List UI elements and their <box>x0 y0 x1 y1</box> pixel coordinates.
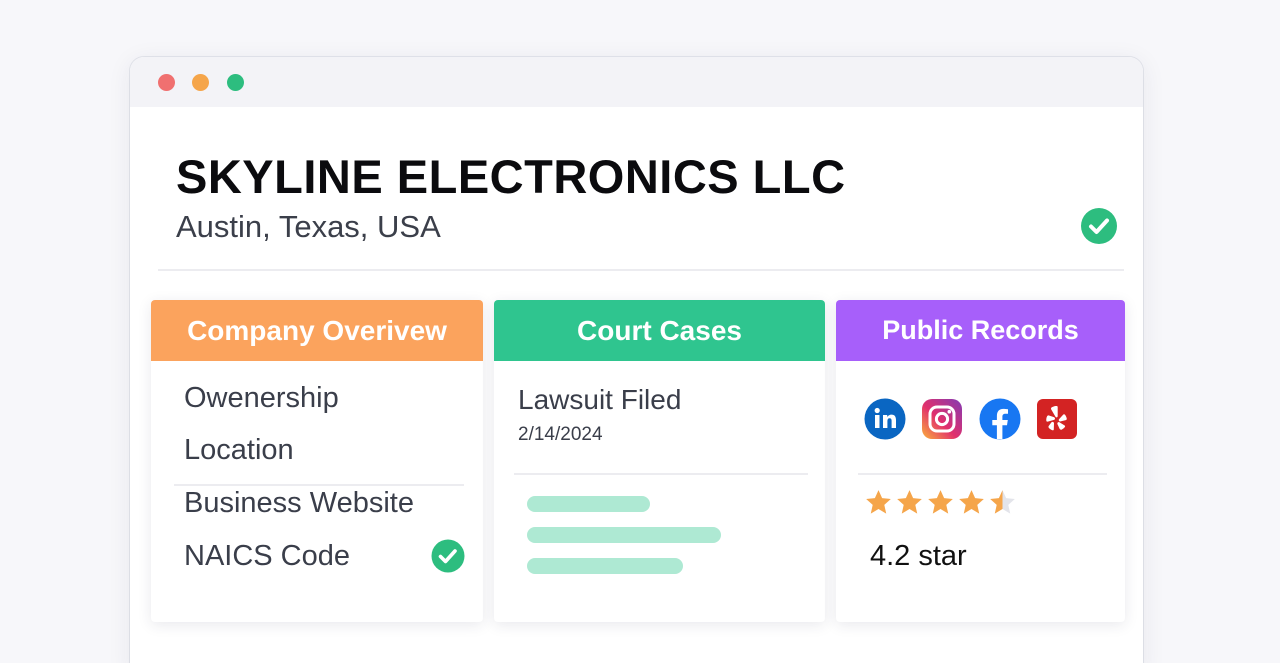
facebook-icon[interactable] <box>979 398 1021 440</box>
public-records-header[interactable]: Public Records <box>836 300 1125 361</box>
case-title[interactable]: Lawsuit Filed <box>518 384 681 416</box>
company-location: Austin, Texas, USA <box>176 209 441 244</box>
half-star-icon <box>990 490 1015 514</box>
yelp-icon[interactable] <box>1036 398 1078 440</box>
placeholder-line <box>527 527 721 543</box>
instagram-icon[interactable] <box>921 398 963 440</box>
verified-check-icon <box>1081 208 1117 244</box>
star-icon <box>928 490 953 514</box>
company-overview-header[interactable]: Company Overivew <box>151 300 483 361</box>
overview-item-ownership[interactable]: Owenership <box>184 382 339 415</box>
star-icon <box>897 490 922 514</box>
header-divider <box>158 269 1124 271</box>
public-records-card: Public Records 4.2 star <box>836 300 1125 622</box>
star-icon <box>959 490 984 514</box>
placeholder-line <box>527 558 683 574</box>
court-cases-card: Court Cases Lawsuit Filed 2/14/2024 <box>494 300 825 622</box>
rating-text: 4.2 star <box>870 540 967 572</box>
placeholder-line <box>527 496 650 512</box>
star-rating <box>864 488 1017 517</box>
close-window-button[interactable] <box>158 74 175 91</box>
overview-divider <box>174 484 464 486</box>
title-bar <box>130 57 1143 107</box>
overview-item-website[interactable]: Business Website <box>184 487 414 520</box>
star-icon <box>866 490 891 514</box>
company-name: SKYLINE ELECTRONICS LLC <box>176 150 846 203</box>
check-circle-icon <box>431 539 465 573</box>
minimize-window-button[interactable] <box>192 74 209 91</box>
overview-item-location[interactable]: Location <box>184 434 294 467</box>
court-cases-header[interactable]: Court Cases <box>494 300 825 361</box>
records-divider <box>858 473 1107 475</box>
company-overview-card: Company Overivew Owenership Location Bus… <box>151 300 483 622</box>
overview-item-naics[interactable]: NAICS Code <box>184 540 350 573</box>
linkedin-icon[interactable] <box>864 398 906 440</box>
court-divider <box>514 473 808 475</box>
maximize-window-button[interactable] <box>227 74 244 91</box>
case-date: 2/14/2024 <box>518 424 603 445</box>
